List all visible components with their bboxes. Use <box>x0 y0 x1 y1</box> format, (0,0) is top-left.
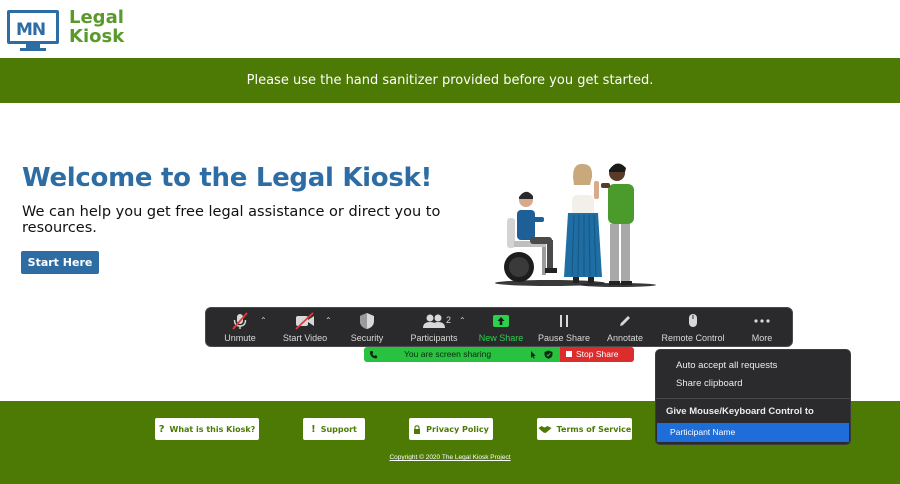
start-video-button[interactable]: Start Video <box>278 308 332 346</box>
muted-mic-icon <box>216 312 264 330</box>
share-screen-icon <box>476 312 526 330</box>
pause-share-button[interactable]: Pause Share <box>536 308 592 346</box>
privacy-policy-label: Privacy Policy <box>426 424 489 434</box>
terms-of-service-label: Terms of Service <box>556 424 632 434</box>
sharing-status-text: You are screen sharing <box>404 349 492 359</box>
shield-check-icon <box>544 350 553 359</box>
chevron-up-icon[interactable]: ⌃ <box>459 316 466 325</box>
more-label: More <box>751 333 773 343</box>
unmute-button[interactable]: Unmute <box>216 308 264 346</box>
participant-count: 2 <box>446 315 452 325</box>
participants-icon <box>404 312 464 330</box>
annotate-button[interactable]: Annotate <box>602 308 648 346</box>
sharing-indicator[interactable]: You are screen sharing <box>364 347 560 362</box>
monitor-icon: MN <box>7 10 59 44</box>
give-control-heading: Give Mouse/Keyboard Control to <box>666 406 814 417</box>
monitor-base <box>20 48 46 51</box>
menu-divider <box>656 398 850 399</box>
lock-icon <box>414 424 421 434</box>
more-dots-icon <box>742 312 782 330</box>
copyright-link[interactable]: Copyright © 2020 The Legal Kiosk Project <box>0 454 900 461</box>
video-off-icon <box>278 312 332 330</box>
logo-line-1: Legal <box>69 7 124 28</box>
annotate-label: Annotate <box>606 333 644 343</box>
start-video-label: Start Video <box>282 333 328 343</box>
page-subtitle: We can help you get free legal assistanc… <box>22 204 441 236</box>
pause-icon <box>536 312 592 330</box>
handshake-icon <box>538 425 552 433</box>
support-label: Support <box>320 424 357 434</box>
menu-item-participant-name[interactable]: Participant Name <box>657 423 849 442</box>
what-is-kiosk-button[interactable]: ? What is this Kiosk? <box>155 418 259 440</box>
pause-share-label: Pause Share <box>537 333 591 343</box>
logo-line-2: Kiosk <box>69 26 125 47</box>
terms-of-service-button[interactable]: Terms of Service <box>537 418 632 440</box>
support-button[interactable]: ! Support <box>303 418 365 440</box>
exclamation-icon: ! <box>311 423 316 435</box>
pencil-icon <box>602 312 648 330</box>
what-is-kiosk-label: What is this Kiosk? <box>169 424 256 434</box>
stop-icon <box>566 351 572 357</box>
shield-icon <box>346 312 388 330</box>
unmute-label: Unmute <box>224 333 256 343</box>
sanitizer-banner: Please use the hand sanitizer provided b… <box>0 58 900 103</box>
stop-share-button[interactable]: Stop Share <box>560 347 634 362</box>
logo-mark: MN <box>16 20 46 40</box>
security-label: Security <box>350 333 384 343</box>
screen-sharing-bar[interactable]: You are screen sharing Stop Share <box>364 347 634 362</box>
participants-button[interactable]: Participants <box>404 308 464 346</box>
page-title: Welcome to the Legal Kiosk! <box>22 163 433 193</box>
privacy-policy-button[interactable]: Privacy Policy <box>409 418 493 440</box>
menu-item-auto-accept[interactable]: Auto accept all requests <box>676 360 777 371</box>
remote-control-icon <box>531 351 536 359</box>
remote-control-label: Remote Control <box>661 333 725 343</box>
chevron-up-icon[interactable]: ⌃ <box>260 316 267 325</box>
phone-icon <box>370 351 378 359</box>
menu-item-share-clipboard[interactable]: Share clipboard <box>676 378 743 389</box>
stop-share-label: Stop Share <box>576 349 619 359</box>
more-options-menu: Auto accept all requests Share clipboard… <box>655 349 851 445</box>
people-illustration <box>495 163 656 287</box>
participants-label: Participants <box>410 333 458 343</box>
new-share-button[interactable]: New Share <box>476 308 526 346</box>
new-share-label: New Share <box>478 333 524 343</box>
zoom-toolbar: Unmute ⌃ Start Video ⌃ Security Particip… <box>205 307 793 347</box>
security-button[interactable]: Security <box>346 308 388 346</box>
mouse-icon <box>658 312 728 330</box>
site-header: MN Legal Kiosk <box>0 0 900 58</box>
logo-text: Legal Kiosk <box>69 8 124 46</box>
legal-kiosk-logo[interactable]: MN Legal Kiosk <box>6 8 126 52</box>
chevron-up-icon[interactable]: ⌃ <box>325 316 332 325</box>
start-here-button[interactable]: Start Here <box>21 251 99 274</box>
question-icon: ? <box>158 423 165 435</box>
more-button[interactable]: More <box>742 308 782 346</box>
remote-control-button[interactable]: Remote Control <box>658 308 728 346</box>
